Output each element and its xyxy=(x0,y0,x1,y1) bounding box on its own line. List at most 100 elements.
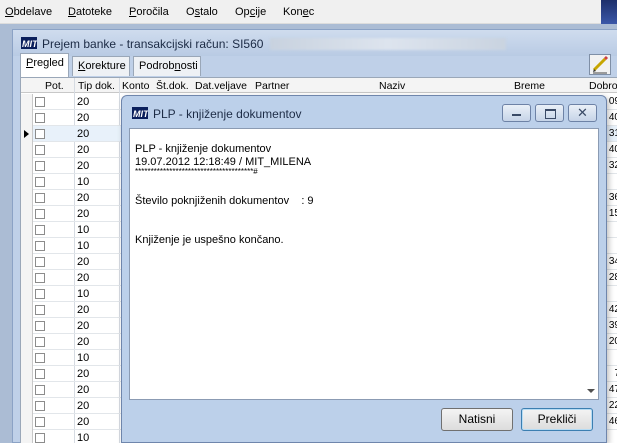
col-header-tip-dok[interactable]: Tip dok. xyxy=(78,80,115,92)
tab-korekture[interactable]: Korekture xyxy=(72,56,130,76)
row-checkbox[interactable] xyxy=(35,241,45,251)
row-checkbox[interactable] xyxy=(35,257,45,267)
menu-ostalo-label: talo xyxy=(200,6,218,18)
cell-dobro: 46 xyxy=(608,416,617,427)
row-indicator[interactable] xyxy=(21,366,33,382)
cell-dobro: 42 xyxy=(608,304,617,315)
row-indicator[interactable] xyxy=(21,110,33,126)
menu-obdelave[interactable]: Obdelave xyxy=(5,6,52,18)
col-header-dat-veljave[interactable]: Dat.veljave xyxy=(195,80,247,92)
row-checkbox[interactable] xyxy=(35,369,45,379)
menu-datoteke-mnemonic: D xyxy=(68,6,76,18)
row-indicator[interactable] xyxy=(21,414,33,430)
menu-datoteke[interactable]: Datoteke xyxy=(68,6,112,18)
row-checkbox[interactable] xyxy=(35,401,45,411)
row-indicator[interactable] xyxy=(21,254,33,270)
row-indicator[interactable] xyxy=(21,190,33,206)
log-line: PLP - knjiženje dokumentov xyxy=(135,143,272,155)
row-checkbox[interactable] xyxy=(35,417,45,427)
row-checkbox[interactable] xyxy=(35,305,45,315)
row-checkbox[interactable] xyxy=(35,337,45,347)
row-checkbox[interactable] xyxy=(35,289,45,299)
row-checkbox[interactable] xyxy=(35,129,45,139)
row-indicator[interactable] xyxy=(21,350,33,366)
row-indicator[interactable] xyxy=(21,382,33,398)
log-scrollbar[interactable] xyxy=(584,129,598,399)
menu-porocila[interactable]: Poročila xyxy=(129,6,169,18)
row-indicator[interactable] xyxy=(21,238,33,254)
cell-tip-dok: 20 xyxy=(77,384,90,396)
row-indicator[interactable] xyxy=(21,398,33,414)
row-indicator[interactable] xyxy=(21,430,33,443)
minimize-icon[interactable] xyxy=(502,104,531,122)
row-indicator[interactable] xyxy=(21,158,33,174)
menu-ostalo[interactable]: Ostalo xyxy=(186,6,218,18)
col-header-dobro[interactable]: Dobro xyxy=(589,80,617,92)
row-checkbox[interactable] xyxy=(35,145,45,155)
redacted-account-number xyxy=(270,38,506,50)
row-indicator[interactable] xyxy=(21,222,33,238)
log-line: **************************************# xyxy=(135,167,258,176)
col-header-breme[interactable]: Breme xyxy=(514,80,545,92)
col-header-st-dok[interactable]: Št.dok. xyxy=(156,80,189,92)
tab-pregled-label: regled xyxy=(33,57,64,69)
menu-obdelave-mnemonic: O xyxy=(5,6,14,18)
row-checkbox[interactable] xyxy=(35,177,45,187)
row-indicator[interactable] xyxy=(21,270,33,286)
grid-header: Pot. Tip dok. Konto Št.dok. Dat.veljave … xyxy=(21,78,617,93)
row-checkbox[interactable] xyxy=(35,273,45,283)
scroll-down-icon[interactable] xyxy=(587,389,595,393)
svg-text:MIT: MIT xyxy=(22,39,37,49)
cell-dobro: 32 xyxy=(608,160,617,171)
row-checkbox[interactable] xyxy=(35,209,45,219)
cell-dobro: 40 xyxy=(608,144,617,155)
col-header-partner[interactable]: Partner xyxy=(255,80,289,92)
cell-tip-dok: 10 xyxy=(77,352,90,364)
cell-dobro: 40 xyxy=(608,112,617,123)
menu-konec[interactable]: Konec xyxy=(283,6,314,18)
menu-opcije-prefix: Op xyxy=(235,6,250,18)
cell-tip-dok: 20 xyxy=(77,144,90,156)
close-icon[interactable]: ✕ xyxy=(568,104,597,122)
tab-pregled[interactable]: Pregled xyxy=(20,53,69,77)
row-indicator[interactable] xyxy=(21,142,33,158)
row-checkbox[interactable] xyxy=(35,97,45,107)
row-checkbox[interactable] xyxy=(35,321,45,331)
menu-opcije[interactable]: Opcije xyxy=(235,6,266,18)
row-indicator[interactable] xyxy=(21,302,33,318)
row-checkbox[interactable] xyxy=(35,353,45,363)
edit-button[interactable] xyxy=(589,54,611,75)
maximize-icon[interactable] xyxy=(535,104,564,122)
row-indicator[interactable] xyxy=(21,318,33,334)
log-output[interactable]: PLP - knjiženje dokumentov 19.07.2012 12… xyxy=(129,128,599,400)
row-checkbox[interactable] xyxy=(35,433,45,443)
row-indicator[interactable] xyxy=(21,126,33,142)
row-checkbox[interactable] xyxy=(35,193,45,203)
row-indicator[interactable] xyxy=(21,94,33,110)
col-header-naziv[interactable]: Naziv xyxy=(379,80,405,92)
col-header-pot[interactable]: Pot. xyxy=(45,80,64,92)
menu-porocila-label: oročila xyxy=(136,6,169,18)
col-header-konto[interactable]: Konto xyxy=(122,80,149,92)
row-indicator[interactable] xyxy=(21,286,33,302)
menu-ostalo-prefix: O xyxy=(186,6,195,18)
row-checkbox[interactable] xyxy=(35,225,45,235)
row-indicator[interactable] xyxy=(21,206,33,222)
menu-konec-prefix: Kon xyxy=(283,6,303,18)
row-checkbox[interactable] xyxy=(35,161,45,171)
print-button[interactable]: Natisni xyxy=(441,408,513,431)
tab-podrobnosti[interactable]: Podrobnosti xyxy=(133,56,201,76)
row-indicator[interactable] xyxy=(21,334,33,350)
cell-tip-dok: 10 xyxy=(77,224,90,236)
menu-bar: Obdelave Datoteke Poročila Ostalo Opcije… xyxy=(0,0,617,24)
window-title: Prejem banke - transakcijski račun: SI56… xyxy=(42,37,264,51)
row-checkbox[interactable] xyxy=(35,385,45,395)
cancel-button[interactable]: Prekliči xyxy=(521,408,593,431)
window-titlebar[interactable]: MIT Prejem banke - transakcijski račun: … xyxy=(13,30,617,56)
row-indicator[interactable] xyxy=(21,174,33,190)
pen-icon xyxy=(590,55,610,77)
cell-dobro: 34 xyxy=(608,256,617,267)
row-checkbox[interactable] xyxy=(35,113,45,123)
cell-tip-dok: 10 xyxy=(77,432,90,443)
cell-dobro: 47 xyxy=(608,384,617,395)
